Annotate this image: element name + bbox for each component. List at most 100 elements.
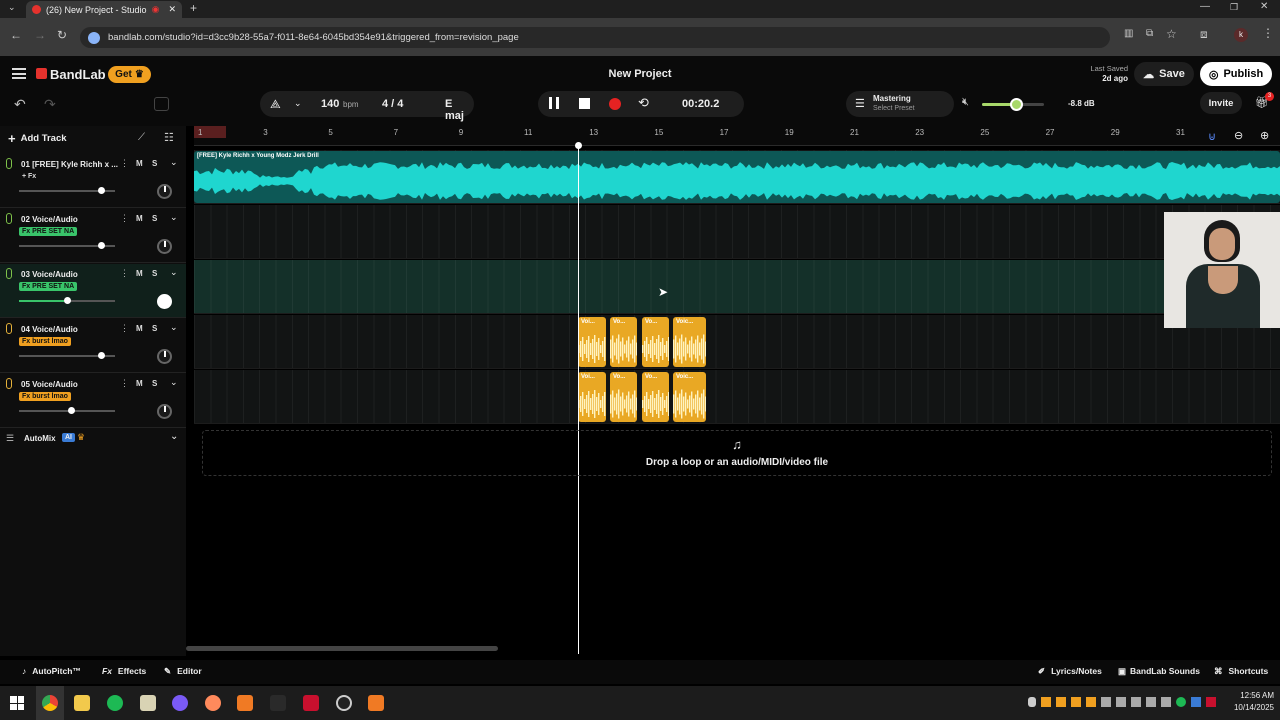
- track-menu-icon[interactable]: ⋮: [120, 158, 129, 169]
- mastering-button[interactable]: ☰ Mastering Select Preset: [846, 91, 954, 117]
- lane-track-01[interactable]: [FREE] Kyle Richh x Young Modz Jerk Dril…: [194, 150, 1280, 204]
- fx-preset-tag[interactable]: Fx burst lmao: [19, 337, 71, 346]
- track-volume-slider[interactable]: [19, 187, 115, 194]
- minimize-icon[interactable]: —: [1200, 1, 1210, 12]
- speaker-mute-icon[interactable]: 🔇︎: [962, 96, 969, 109]
- solo-button[interactable]: S: [152, 214, 157, 223]
- lane-track-04[interactable]: Voi... Vo... Vo... Voic...: [194, 315, 1280, 369]
- mute-button[interactable]: M: [136, 269, 143, 278]
- app-icon[interactable]: [270, 695, 286, 711]
- chevron-down-icon[interactable]: ⌄: [170, 377, 178, 388]
- zoom-in-icon[interactable]: ⊕: [1260, 129, 1269, 142]
- undo-icon[interactable]: ↶: [14, 96, 26, 113]
- lane-track-05[interactable]: Voi... Vo... Vo... Voic...: [194, 370, 1280, 424]
- pan-knob[interactable]: [157, 294, 172, 309]
- track-menu-icon[interactable]: ⋮: [120, 378, 129, 389]
- track-name[interactable]: 02 Voice/Audio: [21, 215, 78, 224]
- chevron-down-icon[interactable]: ⌄: [170, 322, 178, 333]
- file-explorer-icon[interactable]: [74, 695, 90, 711]
- pan-knob[interactable]: [157, 349, 172, 364]
- fl-studio-icon[interactable]: [237, 695, 253, 711]
- microphone-icon[interactable]: [6, 158, 12, 169]
- track-name[interactable]: 04 Voice/Audio: [21, 325, 78, 334]
- redo-icon[interactable]: ↷: [44, 96, 56, 113]
- chevron-down-icon[interactable]: ⌄: [170, 267, 178, 278]
- track-volume-slider[interactable]: [19, 297, 115, 304]
- track-header[interactable]: 05 Voice/Audio ⋮ M S ⌄ Fx burst lmao: [0, 374, 186, 428]
- close-tab-icon[interactable]: ✕: [168, 4, 176, 15]
- horizontal-scrollbar[interactable]: [186, 646, 498, 651]
- track-menu-icon[interactable]: ⋮: [120, 323, 129, 334]
- lane-track-02[interactable]: [194, 205, 1280, 259]
- microphone-icon[interactable]: [6, 213, 12, 224]
- fx-preset-tag[interactable]: + Fx: [19, 172, 39, 181]
- track-volume-slider[interactable]: [19, 407, 115, 414]
- chevron-down-icon[interactable]: ⌄: [294, 98, 302, 109]
- lane-track-03[interactable]: [194, 260, 1280, 314]
- windows-start-icon[interactable]: [10, 696, 24, 710]
- editor-button[interactable]: ✎ Editor: [164, 666, 202, 677]
- browser-menu-icon[interactable]: ⋮: [1262, 26, 1274, 40]
- fx-preset-tag[interactable]: Fx PRE SET NA: [19, 227, 78, 236]
- app-icon[interactable]: [205, 695, 221, 711]
- fx-preset-tag[interactable]: Fx burst lmao: [19, 392, 71, 401]
- forward-icon[interactable]: →: [34, 28, 46, 42]
- clock-time[interactable]: 12:56 AM: [1228, 691, 1274, 700]
- audio-clip[interactable]: Vo...: [642, 372, 669, 422]
- track-name[interactable]: 01 [FREE] Kyle Richh x ...: [21, 160, 118, 169]
- metronome-icon[interactable]: ⟁: [270, 97, 281, 112]
- pan-knob[interactable]: [157, 404, 172, 419]
- discord-icon[interactable]: [172, 695, 188, 711]
- mute-button[interactable]: M: [136, 159, 143, 168]
- mute-button[interactable]: M: [136, 214, 143, 223]
- audio-clip[interactable]: Voic...: [673, 317, 706, 367]
- audio-clip[interactable]: Voi...: [578, 317, 606, 367]
- chevron-down-icon[interactable]: ⌄: [170, 157, 178, 168]
- playhead[interactable]: [575, 142, 582, 654]
- track-name[interactable]: 05 Voice/Audio: [21, 380, 78, 389]
- save-button[interactable]: ☁ Save: [1134, 62, 1194, 86]
- record-icon[interactable]: [609, 98, 621, 110]
- track-header[interactable]: 02 Voice/Audio ⋮ M S ⌄ Fx PRE SET NA: [0, 209, 186, 263]
- automix-row[interactable]: ☰ AutoMix AI ♛ ⌄: [0, 426, 186, 452]
- mixer-icon[interactable]: ☷: [164, 131, 174, 144]
- close-window-icon[interactable]: ✕: [1260, 1, 1268, 12]
- new-tab-icon[interactable]: +: [190, 1, 197, 15]
- track-name[interactable]: 03 Voice/Audio: [21, 270, 78, 279]
- audio-clip[interactable]: Vo...: [642, 317, 669, 367]
- master-volume-slider[interactable]: [982, 98, 1044, 111]
- restore-icon[interactable]: ❐: [1230, 2, 1238, 13]
- url-input[interactable]: bandlab.com/studio?id=d3cc9b28-55a7-f011…: [80, 27, 1110, 48]
- profile-avatar[interactable]: k: [1234, 28, 1248, 42]
- key-selector[interactable]: E maj: [445, 98, 474, 122]
- video-thumbnail[interactable]: [1164, 212, 1280, 328]
- bandlab-sounds-button[interactable]: ▣ BandLab Sounds: [1118, 666, 1200, 677]
- track-header[interactable]: 04 Voice/Audio ⋮ M S ⌄ Fx burst lmao: [0, 319, 186, 373]
- loop-icon[interactable]: ⟲: [638, 95, 649, 111]
- solo-button[interactable]: S: [152, 159, 157, 168]
- audio-clip[interactable]: Vo...: [610, 372, 637, 422]
- track-menu-icon[interactable]: ⋮: [120, 213, 129, 224]
- zoom-out-icon[interactable]: ⊖: [1234, 129, 1243, 142]
- site-info-icon[interactable]: [88, 31, 100, 44]
- solo-button[interactable]: S: [152, 379, 157, 388]
- audio-clip[interactable]: Vo...: [610, 317, 637, 367]
- system-tray[interactable]: [1028, 697, 1216, 707]
- get-premium-button[interactable]: Get ♛: [108, 66, 151, 83]
- mute-button[interactable]: M: [136, 379, 143, 388]
- track-volume-slider[interactable]: [19, 242, 115, 249]
- tuning-fork-icon[interactable]: ⟋: [138, 132, 145, 143]
- lyrics-notes-button[interactable]: ✐ Lyrics/Notes: [1038, 666, 1102, 677]
- capcut-icon[interactable]: [303, 695, 319, 711]
- microphone-icon[interactable]: [6, 323, 12, 334]
- fl-studio-icon[interactable]: [368, 695, 384, 711]
- spotify-icon[interactable]: [107, 695, 123, 711]
- fx-preset-tag[interactable]: Fx PRE SET NA: [19, 282, 78, 291]
- track-volume-slider[interactable]: [19, 352, 115, 359]
- track-menu-icon[interactable]: ⋮: [120, 268, 129, 279]
- invite-button[interactable]: Invite: [1200, 92, 1242, 114]
- install-icon[interactable]: ⧉: [1146, 28, 1153, 39]
- time-signature[interactable]: 4 / 4: [382, 98, 403, 110]
- clock-date[interactable]: 10/14/2025: [1220, 703, 1274, 712]
- chevron-down-icon[interactable]: ⌄: [170, 212, 178, 223]
